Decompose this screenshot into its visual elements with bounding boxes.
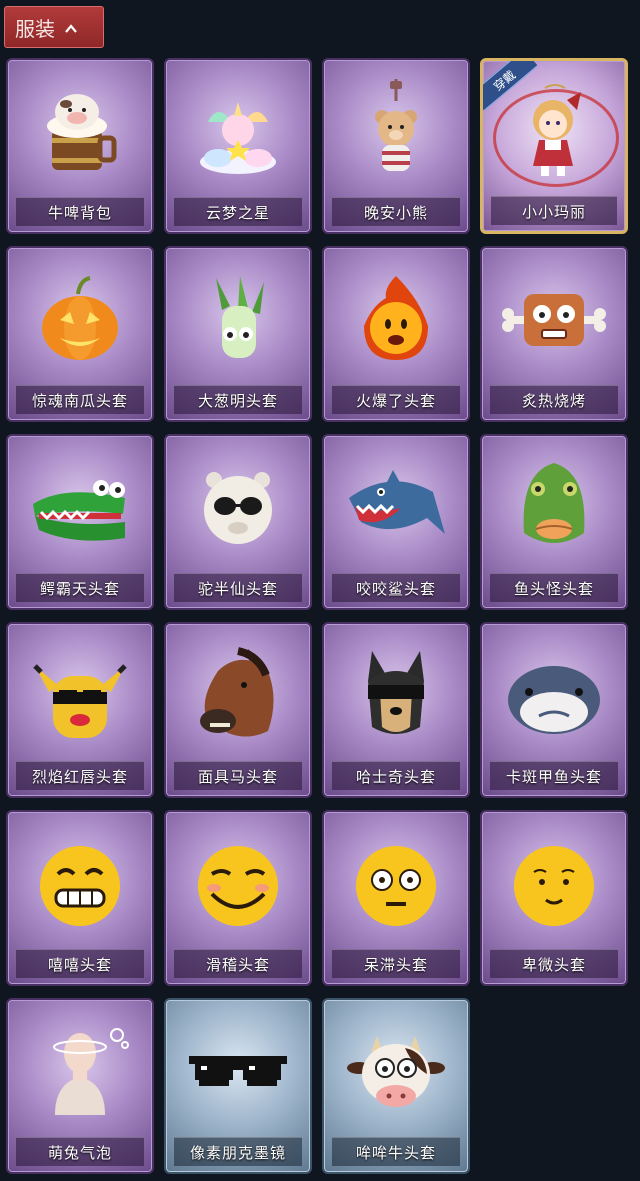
costume-card[interactable]: 鱼头怪头套 <box>480 434 628 610</box>
costume-name: 云梦之星 <box>205 203 270 222</box>
grin-emoji-icon <box>8 818 152 950</box>
costume-name: 滑稽头套 <box>205 955 270 974</box>
costume-card[interactable]: 大葱明头套 <box>164 246 312 422</box>
costume-card[interactable]: 像素朋克墨镜 <box>164 998 312 1174</box>
crocodile-head-icon <box>8 442 152 574</box>
alpaca-sunglasses-icon <box>166 442 310 574</box>
costume-name: 晚安小熊 <box>363 203 428 222</box>
cow-beer-backpack-icon <box>8 66 152 198</box>
costume-card[interactable]: 烈焰红唇头套 <box>6 622 154 798</box>
husky-sunglasses-icon <box>324 630 468 762</box>
bunny-bubble-icon <box>8 1006 152 1138</box>
scallion-head-icon <box>166 254 310 386</box>
costume-card[interactable]: 火爆了头套 <box>322 246 470 422</box>
costume-card[interactable]: 驼半仙头套 <box>164 434 312 610</box>
costume-name: 鱼头怪头套 <box>513 579 594 598</box>
costume-name: 烈焰红唇头套 <box>31 767 128 786</box>
costume-card[interactable]: 鳄霸天头套 <box>6 434 154 610</box>
costume-name: 面具马头套 <box>197 767 278 786</box>
costume-card-equipped[interactable]: 穿戴 小小玛丽 <box>480 58 628 234</box>
costume-name: 呆滞头套 <box>363 955 428 974</box>
costume-card[interactable]: 咬咬鲨头套 <box>322 434 470 610</box>
shark-head-icon <box>324 442 468 574</box>
costume-name: 小小玛丽 <box>521 202 586 221</box>
costume-card[interactable]: 惊魂南瓜头套 <box>6 246 154 422</box>
costume-name: 卡斑甲鱼头套 <box>505 767 602 786</box>
costume-card[interactable]: 晚安小熊 <box>322 58 470 234</box>
costume-card[interactable]: 卑微头套 <box>480 810 628 986</box>
costume-card[interactable]: 嘻嘻头套 <box>6 810 154 986</box>
costume-name: 哈士奇头套 <box>355 767 436 786</box>
pumpkin-head-icon <box>8 254 152 386</box>
horse-mask-icon <box>166 630 310 762</box>
dazed-emoji-icon <box>324 818 468 950</box>
costume-name: 牛啤背包 <box>47 203 112 222</box>
costume-name: 驼半仙头套 <box>197 579 278 598</box>
costume-card[interactable]: 炙热烧烤 <box>480 246 628 422</box>
costume-name: 大葱明头套 <box>197 391 278 410</box>
category-title: 服装 <box>15 16 55 41</box>
costume-card[interactable]: 牛啤背包 <box>6 58 154 234</box>
costume-name: 火爆了头套 <box>355 391 436 410</box>
costume-name: 嘻嘻头套 <box>47 955 112 974</box>
costume-card[interactable]: 滑稽头套 <box>164 810 312 986</box>
pikachu-sunglasses-icon <box>8 630 152 762</box>
costume-name: 咬咬鲨头套 <box>355 579 436 598</box>
costume-card[interactable]: 卡斑甲鱼头套 <box>480 622 628 798</box>
goodnight-bear-icon <box>324 66 468 198</box>
costume-name: 炙热烧烤 <box>521 391 586 410</box>
costume-name: 萌兔气泡 <box>47 1143 112 1162</box>
costume-card[interactable]: 哈士奇头套 <box>322 622 470 798</box>
costume-grid: 牛啤背包 云梦之星 晚安小熊 穿戴 小小玛丽 惊魂南瓜头套 大葱明头套 火爆了头… <box>6 58 634 1174</box>
costume-card[interactable]: 萌兔气泡 <box>6 998 154 1174</box>
pixel-sunglasses-icon <box>166 1006 310 1138</box>
category-header-button[interactable]: 服装 <box>4 6 104 48</box>
costume-name: 鳄霸天头套 <box>39 579 120 598</box>
costume-card[interactable]: 呆滞头套 <box>322 810 470 986</box>
chevron-up-icon <box>65 24 77 36</box>
fire-head-icon <box>324 254 468 386</box>
unicorn-cloud-icon <box>166 66 310 198</box>
costume-card[interactable]: 哞哞牛头套 <box>322 998 470 1174</box>
funny-emoji-icon <box>166 818 310 950</box>
pufferfish-head-icon <box>482 630 626 762</box>
cow-head-icon <box>324 1006 468 1138</box>
fish-head-icon <box>482 442 626 574</box>
costume-name: 哞哞牛头套 <box>355 1143 436 1162</box>
costume-card[interactable]: 面具马头套 <box>164 622 312 798</box>
humble-emoji-icon <box>482 818 626 950</box>
costume-name: 惊魂南瓜头套 <box>31 391 128 410</box>
costume-name: 像素朋克墨镜 <box>189 1143 286 1162</box>
costume-card[interactable]: 云梦之星 <box>164 58 312 234</box>
barbecue-meat-icon <box>482 254 626 386</box>
costume-name: 卑微头套 <box>521 955 586 974</box>
